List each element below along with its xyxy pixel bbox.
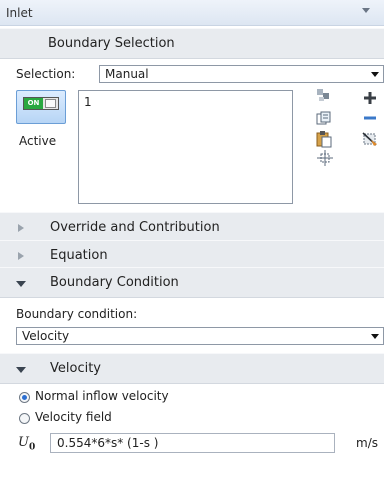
selection-label: Selection: <box>16 67 76 81</box>
section-label: Boundary Selection <box>48 36 175 51</box>
section-boundary-condition[interactable]: Boundary Condition <box>0 267 384 298</box>
section-velocity[interactable]: Velocity <box>0 353 384 384</box>
velocity-expression-input[interactable]: 0.554*6*s* (1-s ) <box>50 433 335 453</box>
velocity-symbol: U0 <box>18 435 35 453</box>
velocity-symbol-letter: U <box>18 435 29 450</box>
velocity-symbol-subscript: 0 <box>28 442 36 453</box>
toggle-switch-icon: ON <box>23 97 59 110</box>
toggle-on-label: ON <box>24 98 43 109</box>
boundary-condition-dropdown[interactable]: Velocity <box>16 327 384 345</box>
chevron-down-icon <box>371 72 379 77</box>
velocity-expression-value: 0.554*6*s* (1-s ) <box>57 436 159 450</box>
section-override-contribution[interactable]: Override and Contribution <box>0 212 384 243</box>
copy-selection-icon[interactable] <box>316 88 332 102</box>
section-label: Equation <box>50 248 108 263</box>
radio-velocity-field-label[interactable]: Velocity field <box>35 410 112 424</box>
expand-arrow-icon <box>18 252 24 260</box>
collapse-arrow-icon <box>16 281 26 287</box>
clear-selection-icon[interactable] <box>361 131 379 147</box>
boundary-condition-label: Boundary condition: <box>16 307 138 321</box>
panel-header: Inlet <box>0 0 384 26</box>
panel-title: Inlet <box>6 6 33 20</box>
paste-icon[interactable] <box>316 111 332 126</box>
selection-value: Manual <box>105 67 149 81</box>
velocity-unit: m/s <box>356 436 378 450</box>
zoom-extents-icon[interactable] <box>317 150 333 166</box>
radio-normal-inflow[interactable] <box>19 392 30 403</box>
section-label: Velocity <box>50 361 101 376</box>
boundary-condition-value: Velocity <box>22 329 70 343</box>
add-icon[interactable] <box>363 91 377 105</box>
chevron-down-icon <box>371 334 379 339</box>
list-item[interactable]: 1 <box>84 95 92 109</box>
selection-dropdown[interactable]: Manual <box>99 65 384 83</box>
section-boundary-selection[interactable]: Boundary Selection <box>0 28 384 59</box>
toggle-knob <box>45 99 56 108</box>
selection-list[interactable]: 1 <box>78 90 293 204</box>
section-label: Boundary Condition <box>50 275 179 290</box>
active-label: Active <box>19 134 57 148</box>
radio-velocity-field[interactable] <box>19 413 30 424</box>
remove-icon[interactable] <box>363 114 377 122</box>
clipboard-icon[interactable] <box>316 131 332 148</box>
active-toggle-button[interactable]: ON <box>16 90 66 124</box>
radio-normal-inflow-label[interactable]: Normal inflow velocity <box>35 389 169 403</box>
collapse-arrow-icon <box>16 367 26 373</box>
collapse-chevron-icon[interactable] <box>362 8 370 13</box>
expand-arrow-icon <box>18 224 24 232</box>
section-label: Override and Contribution <box>50 220 220 235</box>
